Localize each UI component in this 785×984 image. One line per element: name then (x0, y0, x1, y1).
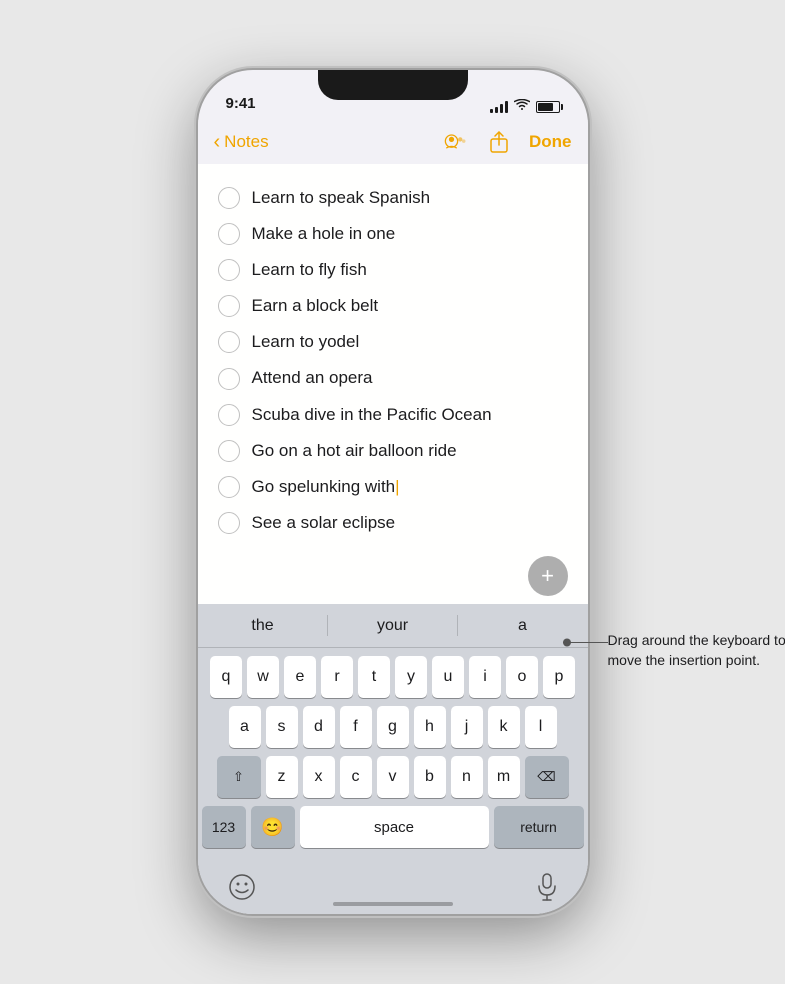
done-button[interactable]: Done (529, 132, 572, 152)
autocomplete-word-3[interactable]: a (458, 609, 588, 643)
status-icons (490, 99, 560, 114)
autocomplete-word-2[interactable]: your (328, 609, 458, 643)
back-button[interactable]: ‹ Notes (214, 131, 269, 154)
checkbox-6[interactable] (218, 368, 240, 390)
add-button[interactable]: + (528, 556, 568, 596)
key-shift[interactable]: ⇧ (217, 756, 261, 798)
checkbox-7[interactable] (218, 404, 240, 426)
key-i[interactable]: i (469, 656, 501, 698)
back-label: Notes (224, 132, 268, 152)
autocomplete-word-1[interactable]: the (198, 609, 328, 643)
checklist-item-8: Go on a hot air balloon ride (218, 433, 568, 469)
key-g[interactable]: g (377, 706, 409, 748)
key-u[interactable]: u (432, 656, 464, 698)
checkbox-10[interactable] (218, 512, 240, 534)
item-text-10: See a solar eclipse (252, 512, 396, 534)
keyboard-rows: q w e r t y u i o p a s d f g (198, 648, 588, 852)
checkbox-9[interactable] (218, 476, 240, 498)
key-v[interactable]: v (377, 756, 409, 798)
key-w[interactable]: w (247, 656, 279, 698)
collaboration-icon[interactable] (441, 128, 469, 156)
key-n[interactable]: n (451, 756, 483, 798)
back-chevron-icon: ‹ (214, 131, 221, 154)
annotation: Drag around the keyboard to move the ins… (608, 630, 785, 671)
item-text-9: Go spelunking with (252, 476, 400, 498)
home-indicator (333, 902, 453, 906)
checklist-item-4: Earn a block belt (218, 288, 568, 324)
keyboard-area: the your a q w e r t y u i o p (198, 604, 588, 914)
item-text-7: Scuba dive in the Pacific Ocean (252, 404, 492, 426)
key-h[interactable]: h (414, 706, 446, 748)
checkbox-1[interactable] (218, 187, 240, 209)
key-f[interactable]: f (340, 706, 372, 748)
key-numbers[interactable]: 123 (202, 806, 246, 848)
key-l[interactable]: l (525, 706, 557, 748)
checklist-item-7: Scuba dive in the Pacific Ocean (218, 397, 568, 433)
key-o[interactable]: o (506, 656, 538, 698)
checkbox-5[interactable] (218, 331, 240, 353)
key-y[interactable]: y (395, 656, 427, 698)
checkbox-2[interactable] (218, 223, 240, 245)
item-text-3: Learn to fly fish (252, 259, 367, 281)
item-text-1: Learn to speak Spanish (252, 187, 431, 209)
keyboard-row-1: q w e r t y u i o p (202, 656, 584, 698)
key-c[interactable]: c (340, 756, 372, 798)
key-e[interactable]: e (284, 656, 316, 698)
checkbox-8[interactable] (218, 440, 240, 462)
key-return[interactable]: return (494, 806, 584, 848)
phone-frame: 9:41 (198, 70, 588, 914)
checklist-item-6: Attend an opera (218, 360, 568, 396)
key-emoji[interactable]: 😊 (251, 806, 295, 848)
keyboard-row-4: 123 😊 space return (202, 806, 584, 848)
battery-icon (536, 101, 560, 113)
note-content: Learn to speak Spanish Make a hole in one… (198, 164, 588, 604)
autocomplete-bar: the your a (198, 604, 588, 648)
nav-bar: ‹ Notes (198, 120, 588, 164)
checklist-item-2: Make a hole in one (218, 216, 568, 252)
keyboard-row-3: ⇧ z x c v b n m ⌫ (202, 756, 584, 798)
checkbox-3[interactable] (218, 259, 240, 281)
key-k[interactable]: k (488, 706, 520, 748)
item-text-8: Go on a hot air balloon ride (252, 440, 457, 462)
checklist-item-9: Go spelunking with (218, 469, 568, 505)
checklist-item-10: See a solar eclipse (218, 505, 568, 541)
signal-icon (490, 101, 508, 113)
item-text-4: Earn a block belt (252, 295, 379, 317)
mic-icon[interactable] (536, 873, 558, 906)
wifi-icon (514, 99, 530, 114)
status-time: 9:41 (226, 95, 256, 114)
item-text-5: Learn to yodel (252, 331, 360, 353)
keyboard-row-2: a s d f g h j k l (202, 706, 584, 748)
key-b[interactable]: b (414, 756, 446, 798)
key-space[interactable]: space (300, 806, 489, 848)
nav-actions: Done (441, 128, 572, 156)
bottom-bar (198, 864, 588, 914)
key-x[interactable]: x (303, 756, 335, 798)
key-t[interactable]: t (358, 656, 390, 698)
checklist-item-3: Learn to fly fish (218, 252, 568, 288)
item-text-6: Attend an opera (252, 367, 373, 389)
key-p[interactable]: p (543, 656, 575, 698)
key-m[interactable]: m (488, 756, 520, 798)
key-r[interactable]: r (321, 656, 353, 698)
key-a[interactable]: a (229, 706, 261, 748)
key-j[interactable]: j (451, 706, 483, 748)
key-delete[interactable]: ⌫ (525, 756, 569, 798)
checklist-item-1: Learn to speak Spanish (218, 180, 568, 216)
share-icon[interactable] (485, 128, 513, 156)
annotation-text: Drag around the keyboard to move the ins… (608, 630, 785, 671)
checkbox-4[interactable] (218, 295, 240, 317)
key-s[interactable]: s (266, 706, 298, 748)
emoji-keyboard-icon[interactable] (228, 873, 256, 906)
checklist-item-5: Learn to yodel (218, 324, 568, 360)
key-d[interactable]: d (303, 706, 335, 748)
key-z[interactable]: z (266, 756, 298, 798)
key-q[interactable]: q (210, 656, 242, 698)
item-text-2: Make a hole in one (252, 223, 396, 245)
notch (318, 70, 468, 100)
